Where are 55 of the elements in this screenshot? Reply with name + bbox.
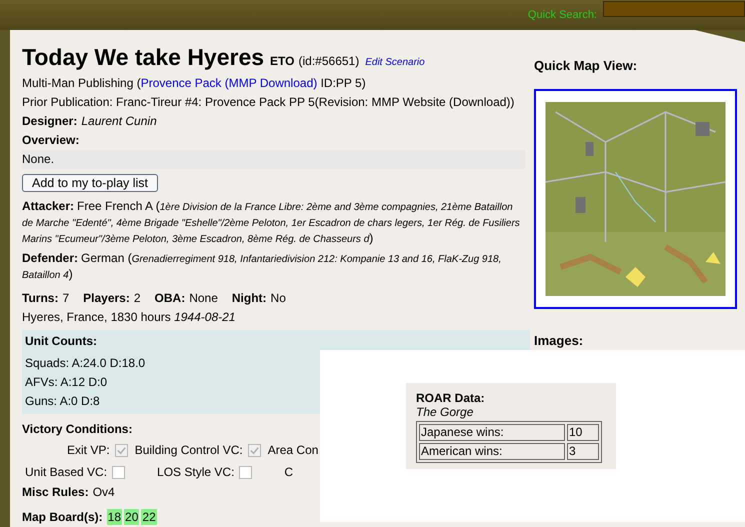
stat-label: Players: [83,291,130,305]
condition-label: Building Control VC: [134,443,243,457]
overview-text: None. [22,150,525,169]
images-title: Images: [534,333,584,348]
misc-rules-label: Misc Rules: [22,485,89,499]
prior-publication-text: Prior Publication: Franc-Tireur #4: Provence Pack PP 5(Revision: MMP Website (Download)) [22,94,516,111]
unit-count-text: Guns: A:0 D:8 [25,393,100,410]
checkbox[interactable] [239,466,252,478]
publication-link[interactable]: Provence Pack (MMP Download) [140,76,318,90]
stat-value: None [189,291,218,305]
table-cell: American wins: [419,443,565,460]
roar-title: ROAR Data: [416,391,486,405]
checkbox[interactable] [114,444,128,456]
condition-label: C [284,465,294,479]
location-text: Hyeres, France, 1830 hours 1944-08-21 [22,309,236,326]
victory-conditions-title: Victory Conditions: [22,421,132,438]
overview-label: Overview: [22,132,80,149]
publisher-text: Multi-Man Publishing (Provence Pack (MMP Download) ID:PP 5) [22,75,367,92]
quick-map-view-title: Quick Map View: [534,58,638,73]
condition-label: LOS Style VC: [157,465,234,479]
designer-value: Laurent Cunin [81,114,157,128]
search-field[interactable] [603,1,745,17]
checkbox[interactable] [248,444,261,456]
map-boards-label: Map Board(s): [22,510,103,524]
edit-scenario-link[interactable]: Edit Scenario [365,57,425,68]
table-cell: Japanese wins: [419,424,565,441]
stat-label: OBA: [154,291,186,305]
table-cell: 3 [567,443,599,460]
scenario-id: (id:#56651) [298,54,360,68]
scenario-title: Today We take Hyeres [22,44,264,71]
condition-label: Exit VP: [67,443,110,457]
add-to-play-list-button[interactable]: Add to my to-play list [22,174,158,192]
misc-rules-value: Ov4 [92,485,115,499]
theater-label: ETO [270,54,294,68]
map-board-link[interactable]: 18 [106,509,122,525]
stat-value: 7 [62,291,70,305]
condition-label: Area Con [268,443,318,457]
condition-label: Unit Based VC: [25,465,108,479]
unit-count-text: Squads: A:24.0 D:18.0 [25,355,146,372]
table-cell: 10 [567,424,599,441]
map-frame[interactable] [534,89,737,309]
stat-value: No [270,291,286,305]
unit-counts-title: Unit Counts: [25,333,97,350]
stat-label: Night: [232,291,267,305]
designer-label: Designer: [22,114,78,128]
checkbox[interactable] [112,466,126,478]
side-description: Attacker: Free French A (1ère Division de la France Libre: 2ème and 3ème compagnies, 21ème Bataillon de Marche "Edenté", 4ème Brigade "Eshelle"/2ème Peloton, 1er Escadron de chars legers, 1er Rég. de Fusiliers Marins "Ecumeur"/3ème Peloton, 3ème Escadron, 8ème Rég. de Chasseurs d) [22,199,521,247]
roar-scenario-name: The Gorge [416,405,474,419]
stat-label: Turns: [22,291,58,305]
unit-count-text: AFVs: A:12 D:0 [25,374,108,391]
map-board-link[interactable]: 22 [141,509,157,525]
search-label: Quick Search: [528,9,597,21]
side-description: Defender: German (Grenadierregiment 918, Infantariedivision 212: Kompanie 13 and 16, FlaK-Zug 918, Bataillon 4) [22,251,502,283]
map-board-link[interactable]: 20 [124,509,140,525]
stat-value: 2 [134,291,141,305]
